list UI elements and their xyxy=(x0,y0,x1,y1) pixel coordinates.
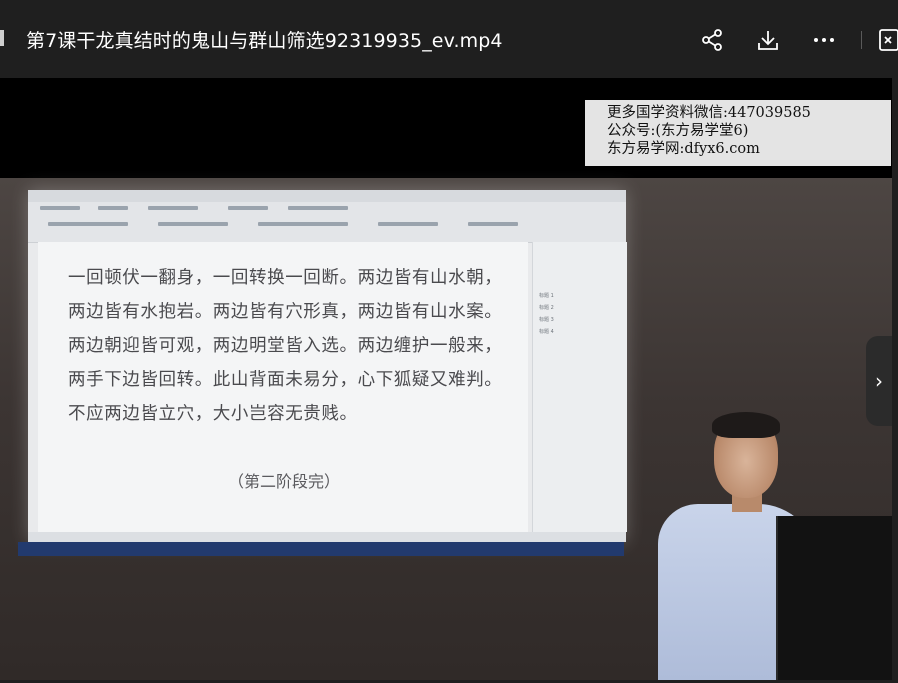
ribbon-item xyxy=(468,222,518,226)
heading-style: 标题 1 xyxy=(539,293,554,299)
toolbar-divider xyxy=(861,31,862,49)
watermark-line: 东方易学网:dfyx6.com xyxy=(607,141,760,157)
styles-side-panel: 标题 1 标题 2 标题 3 标题 4 xyxy=(532,242,627,532)
word-tab-bar xyxy=(28,190,626,202)
share-button[interactable] xyxy=(696,24,728,56)
ribbon-item xyxy=(40,206,80,210)
projected-screen: 一回顿伏一翻身，一回转换一回断。两边皆有山水朝， 两边皆有水抱岩。两边皆有穴形真… xyxy=(28,190,627,542)
heading-style: 标题 3 xyxy=(539,317,554,323)
more-button[interactable] xyxy=(808,24,840,56)
watermark-line: 更多国学资料微信:447039585 xyxy=(607,105,811,121)
document-line: 两边朝迎皆可观，两边明堂皆入选。两边缠护一般来， xyxy=(68,336,503,356)
share-icon xyxy=(702,29,722,51)
document-footer: （第二阶段完） xyxy=(228,472,341,491)
more-icon xyxy=(814,38,834,42)
video-frame: 一回顿伏一翻身，一回转换一回断。两边皆有山水朝， 两边皆有水抱岩。两边皆有穴形真… xyxy=(0,178,892,680)
document-line: 两边皆有水抱岩。两边皆有穴形真，两边皆有山水案。 xyxy=(68,302,503,322)
video-title: 第7课干龙真结时的鬼山与群山筛选92319935_ev.mp4 xyxy=(26,30,503,52)
heading-style: 标题 2 xyxy=(539,305,554,311)
video-player[interactable]: 一回顿伏一翻身，一回转换一回断。两边皆有山水朝， 两边皆有水抱岩。两边皆有穴形真… xyxy=(0,78,892,680)
word-ribbon xyxy=(28,190,626,243)
ribbon-item xyxy=(258,222,348,226)
window-edge-indicator xyxy=(0,30,4,46)
ribbon-item xyxy=(98,206,128,210)
ribbon-item xyxy=(48,222,128,226)
presenter-hair xyxy=(712,412,780,438)
exit-icon xyxy=(879,29,898,51)
exit-button[interactable] xyxy=(878,24,898,56)
windows-taskbar xyxy=(18,542,624,556)
next-button[interactable]: › xyxy=(866,336,892,426)
ribbon-item xyxy=(228,206,268,210)
document-line: 两手下边皆回转。此山背面未易分，心下狐疑又难判。 xyxy=(68,370,503,390)
chevron-right-icon: › xyxy=(875,369,883,393)
ribbon-item xyxy=(288,206,348,210)
title-bar: 第7课干龙真结时的鬼山与群山筛选92319935_ev.mp4 xyxy=(0,0,898,78)
document-page: 一回顿伏一翻身，一回转换一回断。两边皆有山水朝， 两边皆有水抱岩。两边皆有穴形真… xyxy=(38,242,528,532)
download-icon xyxy=(758,31,778,50)
ribbon-item xyxy=(158,222,228,226)
download-button[interactable] xyxy=(752,24,784,56)
watermark-line: 公众号:(东方易学堂6) xyxy=(607,123,749,139)
ribbon-item xyxy=(378,222,438,226)
ribbon-item xyxy=(148,206,198,210)
document-line: 一回顿伏一翻身，一回转换一回断。两边皆有山水朝， xyxy=(68,268,503,288)
watermark-banner: 更多国学资料微信:447039585 公众号:(东方易学堂6) 东方易学网:df… xyxy=(585,100,891,166)
heading-style: 标题 4 xyxy=(539,329,554,335)
laptop-screen xyxy=(776,516,892,680)
word-status-bar xyxy=(28,532,626,542)
document-line: 不应两边皆立穴，大小岂容无贵贱。 xyxy=(68,404,358,424)
